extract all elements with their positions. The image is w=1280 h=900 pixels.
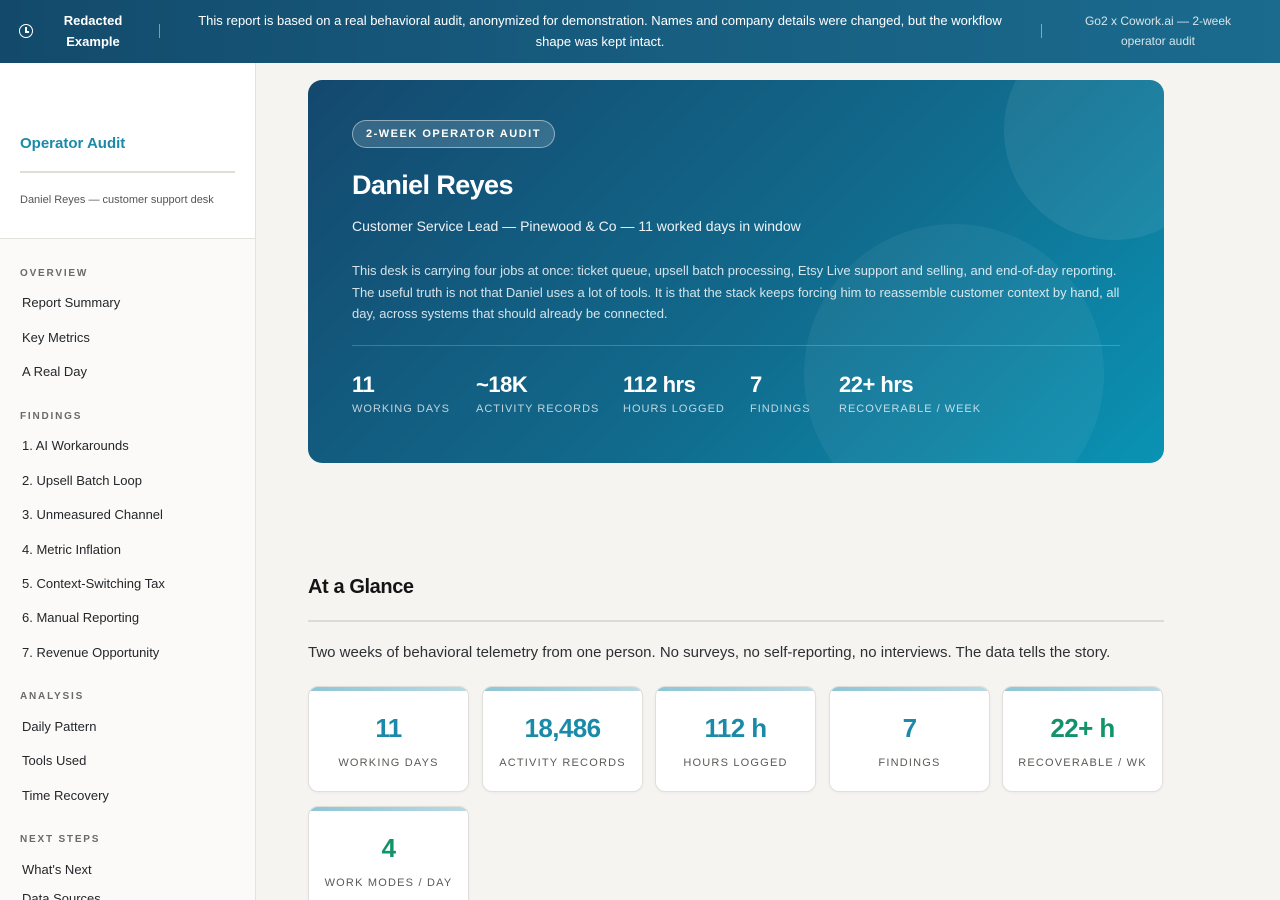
section-rule [308,620,1164,622]
sidebar: Operator Audit Daniel Reyes — customer s… [0,63,256,900]
nav-section-findings: FINDINGS [20,411,83,422]
nav-item-time-recovery[interactable]: Time Recovery [22,788,109,803]
nav-section-overview: OVERVIEW [20,268,89,279]
card-accent-bar [309,807,468,811]
nav-item-finding-1[interactable]: 1. AI Workarounds [22,438,129,453]
metric-label: HOURS LOGGED [683,757,788,769]
nav-item-daily-pattern[interactable]: Daily Pattern [22,719,96,734]
metric-value: 7 [902,713,917,743]
metric-card-activity-records: 18,486 ACTIVITY RECORDS [482,686,643,792]
report-hero: 2-WEEK OPERATOR AUDIT Daniel Reyes Custo… [308,80,1164,463]
hero-stat-value: 22+ hrs [839,372,914,397]
nav-item-finding-3[interactable]: 3. Unmeasured Channel [22,507,163,522]
hero-stat-value: 11 [352,372,375,397]
metric-value: 4 [381,833,396,863]
nav-item-finding-6[interactable]: 6. Manual Reporting [22,610,139,625]
audit-badge: 2-WEEK OPERATOR AUDIT [352,120,555,148]
nav-section-analysis: ANALYSIS [20,691,85,702]
metric-card-work-modes: 4 WORK MODES / DAY [308,806,469,900]
nav-item-report-summary[interactable]: Report Summary [22,295,120,310]
nav-item-a-real-day[interactable]: A Real Day [22,364,87,379]
hero-stat-value: 7 [750,372,762,397]
metric-value: 18,486 [524,713,602,743]
hero-stat-hours-logged: 112 hrs HOURS LOGGED [623,372,725,415]
nav-item-whats-next[interactable]: What's Next [22,862,92,877]
metric-label: FINDINGS [878,757,941,769]
hero-divider [352,345,1120,346]
hero-stat-label: FINDINGS [750,403,811,415]
metric-value: 11 [375,713,402,743]
banner-tag: Redacted Example [63,13,123,49]
card-accent-bar [830,687,989,691]
nav-item-data-sources[interactable]: Data Sources [22,891,101,900]
hero-stat-label: ACTIVITY RECORDS [476,403,600,415]
card-accent-bar [309,687,468,691]
hero-stat-activity-records: ~18K ACTIVITY RECORDS [476,372,599,415]
banner-separator [159,24,160,38]
hero-stat-recoverable: 22+ hrs RECOVERABLE / WEEK [839,372,981,415]
metric-card-working-days: 11 WORKING DAYS [308,686,469,792]
hero-stat-working-days: 11 WORKING DAYS [352,372,450,415]
section-title-at-a-glance: At a Glance [308,576,414,598]
clock-icon [19,24,33,38]
metric-label: WORK MODES / DAY [324,877,453,889]
hero-stat-label: WORKING DAYS [352,403,450,415]
card-accent-bar [483,687,642,691]
sidebar-nav: OVERVIEW Report Summary Key Metrics A Re… [0,239,255,900]
nav-item-finding-7[interactable]: 7. Revenue Opportunity [22,645,159,660]
metric-card-recoverable: 22+ h RECOVERABLE / WK [1002,686,1163,792]
demo-banner: Redacted Example This report is based on… [0,0,1280,63]
card-accent-bar [1003,687,1162,691]
decorative-circle [1004,80,1164,240]
nav-item-finding-2[interactable]: 2. Upsell Batch Loop [22,473,142,488]
hero-description: This desk is carrying four jobs at once:… [352,263,1120,321]
banner-message: This report is based on a real behaviora… [198,13,1002,49]
sidebar-title[interactable]: Operator Audit [20,135,125,152]
nav-item-finding-5[interactable]: 5. Context-Switching Tax [22,576,165,591]
metric-label: RECOVERABLE / WK [1018,757,1147,769]
glance-intro: Two weeks of behavioral telemetry from o… [308,644,1111,661]
hero-stat-findings: 7 FINDINGS [750,372,811,415]
metric-value: 22+ h [1050,713,1115,743]
hero-stat-value: ~18K [476,372,528,397]
hero-stat-label: HOURS LOGGED [623,403,725,415]
banner-separator [1041,24,1042,38]
hero-stat-value: 112 hrs [623,372,696,397]
sidebar-title-rule [20,171,235,173]
nav-section-next-steps: NEXT STEPS [20,834,101,845]
card-accent-bar [656,687,815,691]
subject-name: Daniel Reyes [352,170,514,200]
metric-card-findings: 7 FINDINGS [829,686,990,792]
hero-stat-label: RECOVERABLE / WEEK [839,403,982,415]
metric-label: WORKING DAYS [338,757,439,769]
sidebar-subtitle: Daniel Reyes — customer support desk [20,194,214,206]
nav-item-tools-used[interactable]: Tools Used [22,753,86,768]
metric-card-hours-logged: 112 h HOURS LOGGED [655,686,816,792]
nav-item-finding-4[interactable]: 4. Metric Inflation [22,542,121,557]
banner-meta: Go2 x Cowork.ai — 2-week operator audit [1084,14,1232,48]
metric-value: 112 h [704,713,767,743]
subject-role: Customer Service Lead — Pinewood & Co — … [352,218,801,234]
metric-label: ACTIVITY RECORDS [499,757,626,769]
nav-item-key-metrics[interactable]: Key Metrics [22,330,90,345]
